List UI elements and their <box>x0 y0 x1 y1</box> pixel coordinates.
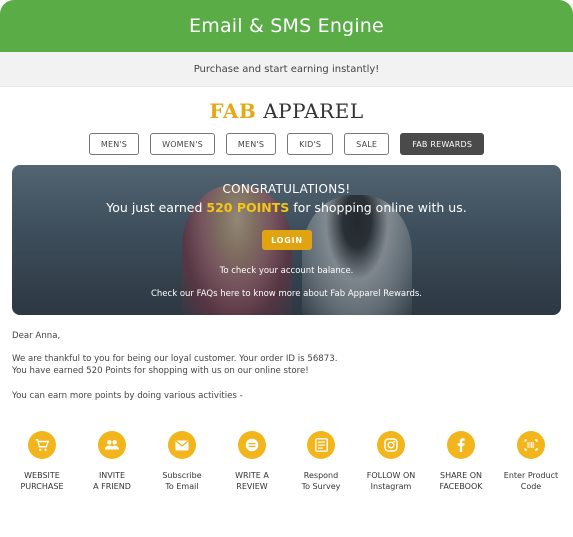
rewards-banner: CONGRATULATIONS! You just earned 520 POI… <box>12 165 561 315</box>
activity-write-review[interactable]: WRITE A REVIEW <box>212 431 292 492</box>
cart-icon <box>28 431 56 459</box>
faq-link[interactable]: Check our FAQs here to know more about F… <box>12 289 561 299</box>
login-button[interactable]: LOGIN <box>262 230 312 250</box>
activity-respond-survey[interactable]: Respond To Survey <box>281 431 361 492</box>
check-balance-text: To check your account balance. <box>219 266 354 276</box>
activity-share-facebook[interactable]: SHARE ON FACEBOOK <box>421 431 501 492</box>
barcode-icon <box>517 431 545 459</box>
subheader-text: Purchase and start earning instantly! <box>193 63 380 75</box>
mail-icon <box>168 431 196 459</box>
nav-fab-rewards-button[interactable]: FAB REWARDS <box>400 133 485 155</box>
nav-mens-button[interactable]: MEN'S <box>88 133 140 155</box>
brand-logo-part1: FAB <box>209 99 257 123</box>
thanks-text: We are thankful to you for being our loy… <box>12 354 338 364</box>
earned-prefix: You just earned <box>106 200 203 215</box>
activity-website-purchase[interactable]: WEBSITE PURCHASE <box>2 431 82 492</box>
users-icon <box>98 431 126 459</box>
instagram-icon <box>377 431 405 459</box>
greeting-text: Dear Anna, <box>12 331 61 341</box>
header-bar: Email & SMS Engine <box>0 0 573 52</box>
banner-congrats-heading: CONGRATULATIONS! <box>222 182 351 196</box>
header-title: Email & SMS Engine <box>189 15 384 37</box>
earn-more-text: You can earn more points by doing variou… <box>12 391 243 401</box>
banner-earned-text: You just earned 520 POINTS for shopping … <box>12 200 561 215</box>
points-earned-text: You have earned 520 Points for shopping … <box>12 366 309 376</box>
earned-suffix: for shopping online with us. <box>293 200 467 215</box>
brand-logo-part2: APPAREL <box>263 99 364 123</box>
activity-invite-friend[interactable]: INVITE A FRIEND <box>72 431 152 492</box>
survey-icon <box>307 431 335 459</box>
nav-sale-button[interactable]: SALE <box>344 133 390 155</box>
nav-mens-button-2[interactable]: MEN'S <box>225 133 277 155</box>
earned-points: 520 POINTS <box>206 200 290 215</box>
facebook-icon <box>447 431 475 459</box>
activity-follow-instagram[interactable]: FOLLOW ON Instagram <box>351 431 431 492</box>
activity-enter-product-code[interactable]: Enter Product Code <box>491 431 571 492</box>
brand-logo[interactable]: FAB APPAREL <box>0 99 573 123</box>
nav-womens-button[interactable]: WOMEN'S <box>150 133 215 155</box>
chat-icon <box>238 431 266 459</box>
category-nav: MEN'S WOMEN'S MEN'S KID'S SALE FAB REWAR… <box>0 133 573 155</box>
subheader-bar: Purchase and start earning instantly! <box>0 52 573 87</box>
activity-subscribe-email[interactable]: Subscribe To Email <box>142 431 222 492</box>
nav-kids-button[interactable]: KID'S <box>287 133 334 155</box>
activities-row: WEBSITE PURCHASE INVITE A FRIEND Subscribe… <box>0 431 573 501</box>
